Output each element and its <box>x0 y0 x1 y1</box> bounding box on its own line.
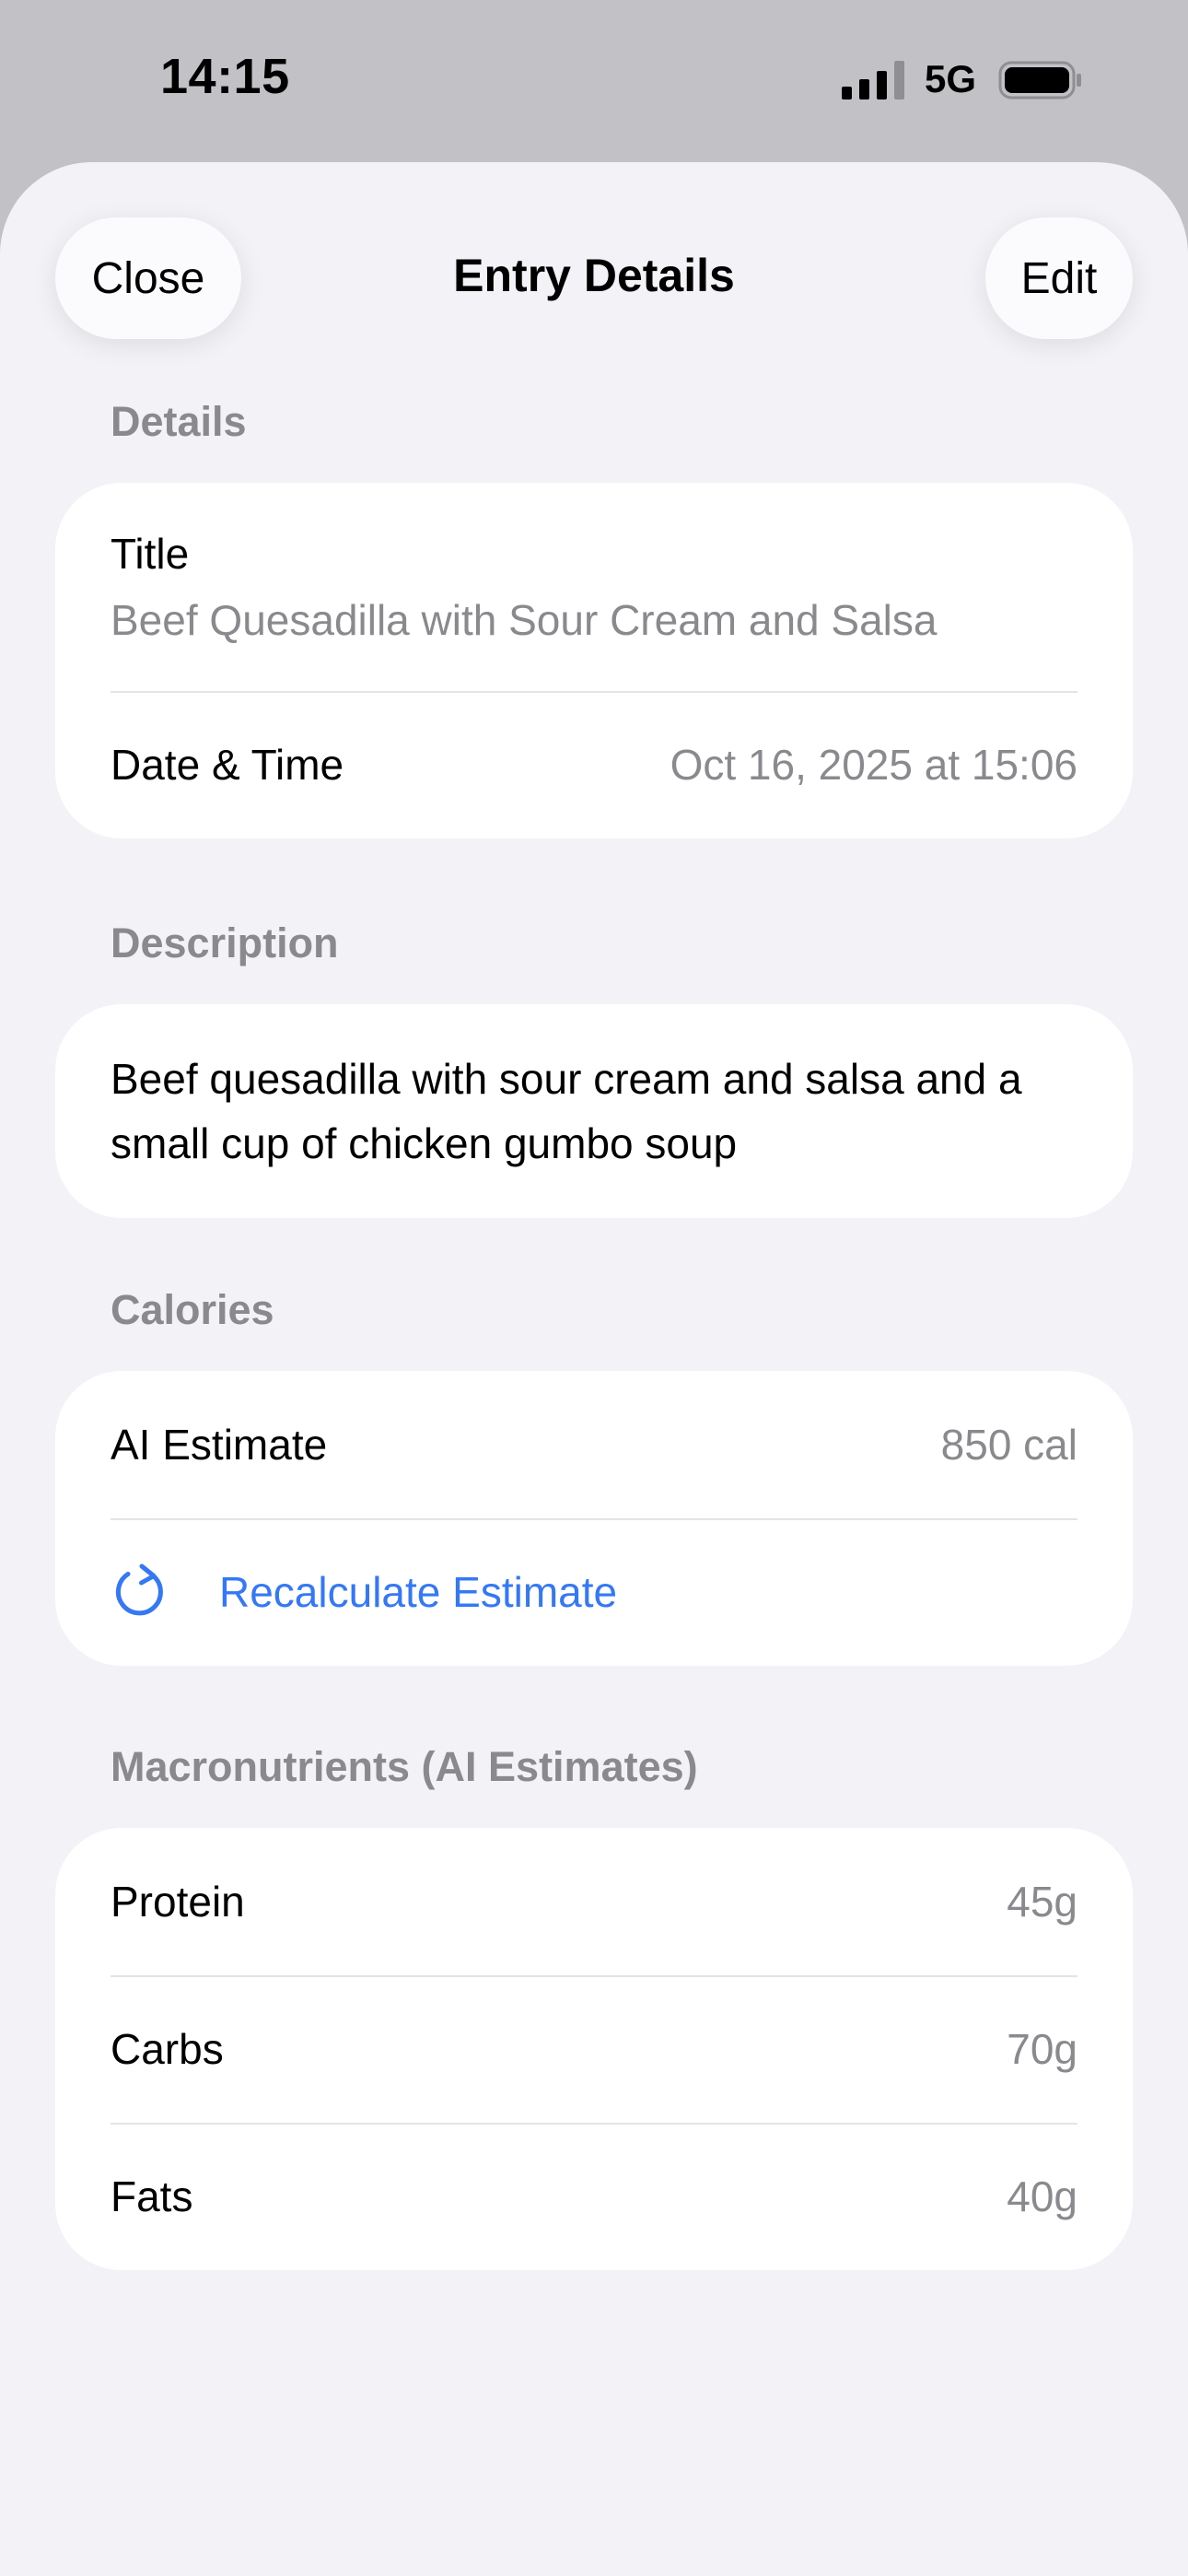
macro-value: 40g <box>1007 2172 1077 2220</box>
description-text: Beef quesadilla with sour cream and sals… <box>111 1055 1022 1167</box>
title-value: Beef Quesadilla with Sour Cream and Sals… <box>111 596 938 644</box>
macronutrients-card: Protein 45g Carbs 70g Fats 40g <box>55 1828 1133 2270</box>
datetime-value: Oct 16, 2025 at 15:06 <box>670 741 1077 789</box>
status-time: 14:15 <box>160 49 290 104</box>
macronutrients-section-header: Macronutrients (AI Estimates) <box>111 1743 698 1790</box>
macro-row-carbs: Carbs 70g <box>55 1975 1133 2123</box>
details-section-header: Details <box>111 398 247 445</box>
title-label: Title <box>111 530 190 578</box>
title-row: Title Beef Quesadilla with Sour Cream an… <box>55 483 1133 691</box>
description-card: Beef quesadilla with sour cream and sals… <box>55 1004 1133 1218</box>
ai-estimate-row: AI Estimate 850 cal <box>55 1371 1133 1518</box>
network-type: 5G <box>925 57 977 100</box>
macro-label: Carbs <box>111 2025 224 2073</box>
description-section-header: Description <box>111 919 339 966</box>
details-card: Title Beef Quesadilla with Sour Cream an… <box>55 483 1133 838</box>
calories-card: AI Estimate 850 cal Recalculate Estimate <box>55 1371 1133 1666</box>
recalculate-estimate-label: Recalculate Estimate <box>219 1568 618 1616</box>
status-bar: 14:15 5G <box>0 0 1188 162</box>
cellular-signal-icon <box>842 61 904 100</box>
macro-label: Fats <box>111 2172 193 2220</box>
macro-row-fats: Fats 40g <box>55 2123 1133 2270</box>
datetime-label: Date & Time <box>111 741 344 789</box>
calories-section-header: Calories <box>111 1286 274 1333</box>
refresh-icon <box>115 1563 163 1616</box>
entry-details-sheet: Close Entry Details Edit Details Title B… <box>0 162 1188 2576</box>
edit-button[interactable]: Edit <box>985 217 1133 339</box>
macro-value: 45g <box>1007 1878 1077 1926</box>
macro-label: Protein <box>111 1878 245 1926</box>
battery-icon <box>998 61 1081 100</box>
edit-button-label: Edit <box>1020 253 1098 303</box>
macro-value: 70g <box>1007 2025 1077 2073</box>
recalculate-estimate-button[interactable]: Recalculate Estimate <box>55 1518 1133 1666</box>
macro-row-protein: Protein 45g <box>55 1828 1133 1975</box>
datetime-row: Date & Time Oct 16, 2025 at 15:06 <box>55 691 1133 838</box>
ai-estimate-value: 850 cal <box>940 1421 1077 1469</box>
ai-estimate-label: AI Estimate <box>111 1421 328 1469</box>
